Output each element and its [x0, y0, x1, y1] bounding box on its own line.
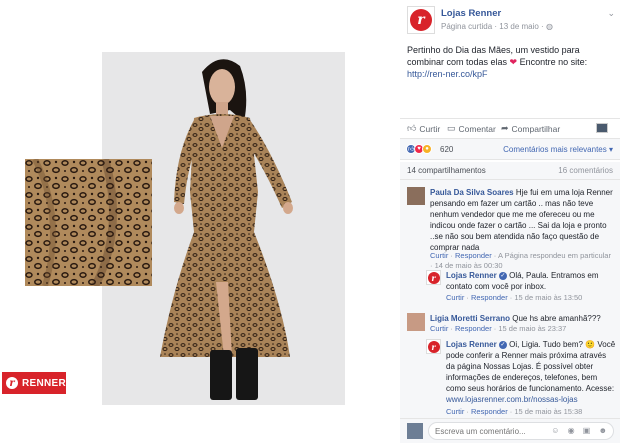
comment-count: 16 comentários [558, 166, 613, 175]
like-button[interactable]: 👍︎ Curtir [407, 123, 440, 134]
avatar[interactable] [407, 187, 425, 205]
model-image [160, 59, 293, 400]
reaction-count[interactable]: 620 [440, 145, 453, 154]
post-actions: 👍︎ Curtir ▭ Comentar ➦ Compartilhar [400, 118, 620, 136]
comment-author[interactable]: Paula Da Silva Soares [430, 188, 514, 197]
avatar [407, 423, 423, 439]
post-options-chevron-icon[interactable]: ⌄ [607, 8, 615, 19]
comment-item: Paula Da Silva Soares Hje fui em uma loj… [407, 185, 615, 275]
stats-row: 14 compartilhamentos 16 comentários [400, 162, 620, 180]
photo-canvas: r RENNER [0, 0, 400, 443]
comment-meta: Curtir · Responder · 15 de maio às 15:38 [446, 407, 583, 416]
reaction-icons[interactable]: 👍︎ ♥ ● [406, 144, 432, 154]
comment-author[interactable]: Ligia Moretti Serrano [430, 314, 510, 323]
share-button[interactable]: ➦ Compartilhar [501, 123, 560, 134]
verified-badge-icon: ✓ [498, 340, 507, 349]
post-link[interactable]: http://ren-ner.co/kpF [407, 69, 488, 79]
comment-body: Ligia Moretti Serrano Que hs abre amanhã… [430, 314, 601, 323]
share-arrow-icon: ➦ [501, 123, 509, 133]
comment-author[interactable]: Lojas Renner [446, 271, 497, 280]
comment-list: Paula Da Silva Soares Hje fui em uma loj… [400, 180, 620, 418]
reply-item: r Lojas Renner ✓ Olá, Paula. Entramos em… [426, 268, 616, 304]
comment-link[interactable]: www.lojasrenner.com.br/nossas-lojas [446, 395, 578, 404]
post-header: r Lojas Renner Página curtida · 13 de ma… [407, 6, 615, 36]
renner-logo-icon: r [410, 9, 432, 31]
globe-icon: ◍ [545, 22, 553, 31]
avatar[interactable] [407, 313, 425, 331]
comment-body: Lojas Renner ✓ Olá, Paula. Entramos em c… [446, 271, 599, 291]
renner-logo-mark-icon: r [6, 377, 18, 389]
post-panel: r Lojas Renner Página curtida · 13 de ma… [400, 0, 620, 443]
avatar[interactable]: r [426, 339, 441, 354]
comment-item: Ligia Moretti Serrano Que hs abre amanhã… [407, 311, 615, 337]
comment-composer: ☺ ◉ ▣ ☻ [400, 418, 620, 443]
share-audience-thumbnail[interactable] [596, 123, 608, 133]
renner-logo: r RENNER [2, 372, 66, 394]
comment-body: Paula Da Silva Soares Hje fui em uma loj… [430, 188, 613, 252]
composer-tool-icons[interactable]: ☺ ◉ ▣ ☻ [551, 426, 610, 435]
comment-button[interactable]: ▭ Comentar [447, 123, 496, 134]
comment-body: Lojas Renner ✓ Oi, Ligia. Tudo bem? 🙂 Vo… [446, 340, 616, 404]
comment-sort-dropdown[interactable]: Comentários mais relevantes ▾ [503, 145, 613, 154]
post-text: Pertinho do Dia das Mães, um vestido par… [407, 45, 588, 79]
avatar[interactable]: r [426, 270, 441, 285]
page-name-link[interactable]: Lojas Renner [441, 8, 501, 19]
page-avatar[interactable]: r [407, 6, 435, 34]
share-count[interactable]: 14 compartilhamentos [407, 166, 486, 175]
verified-badge-icon: ✓ [498, 271, 507, 280]
renner-logo-text: RENNER [21, 377, 66, 389]
comment-meta: Curtir · Responder · 15 de maio às 23:37 [430, 324, 567, 333]
heart-icon: ❤ [509, 57, 518, 67]
comment-meta: Curtir · Responder · 15 de maio às 13:50 [446, 293, 583, 302]
renner-logo-icon: r [427, 271, 440, 284]
comment-icon: ▭ [447, 123, 456, 133]
thumbs-up-icon: 👍︎ [407, 123, 417, 133]
wow-reaction-icon: ● [422, 144, 432, 154]
post-photo[interactable]: r RENNER [0, 0, 400, 443]
reactions-row: 👍︎ ♥ ● 620 Comentários mais relevantes ▾ [400, 138, 620, 160]
comment-author[interactable]: Lojas Renner [446, 340, 497, 349]
post-meta: Página curtida · 13 de maio · ◍ [441, 22, 553, 31]
reply-item: r Lojas Renner ✓ Oi, Ligia. Tudo bem? 🙂 … [426, 337, 616, 417]
renner-logo-icon: r [427, 340, 440, 353]
